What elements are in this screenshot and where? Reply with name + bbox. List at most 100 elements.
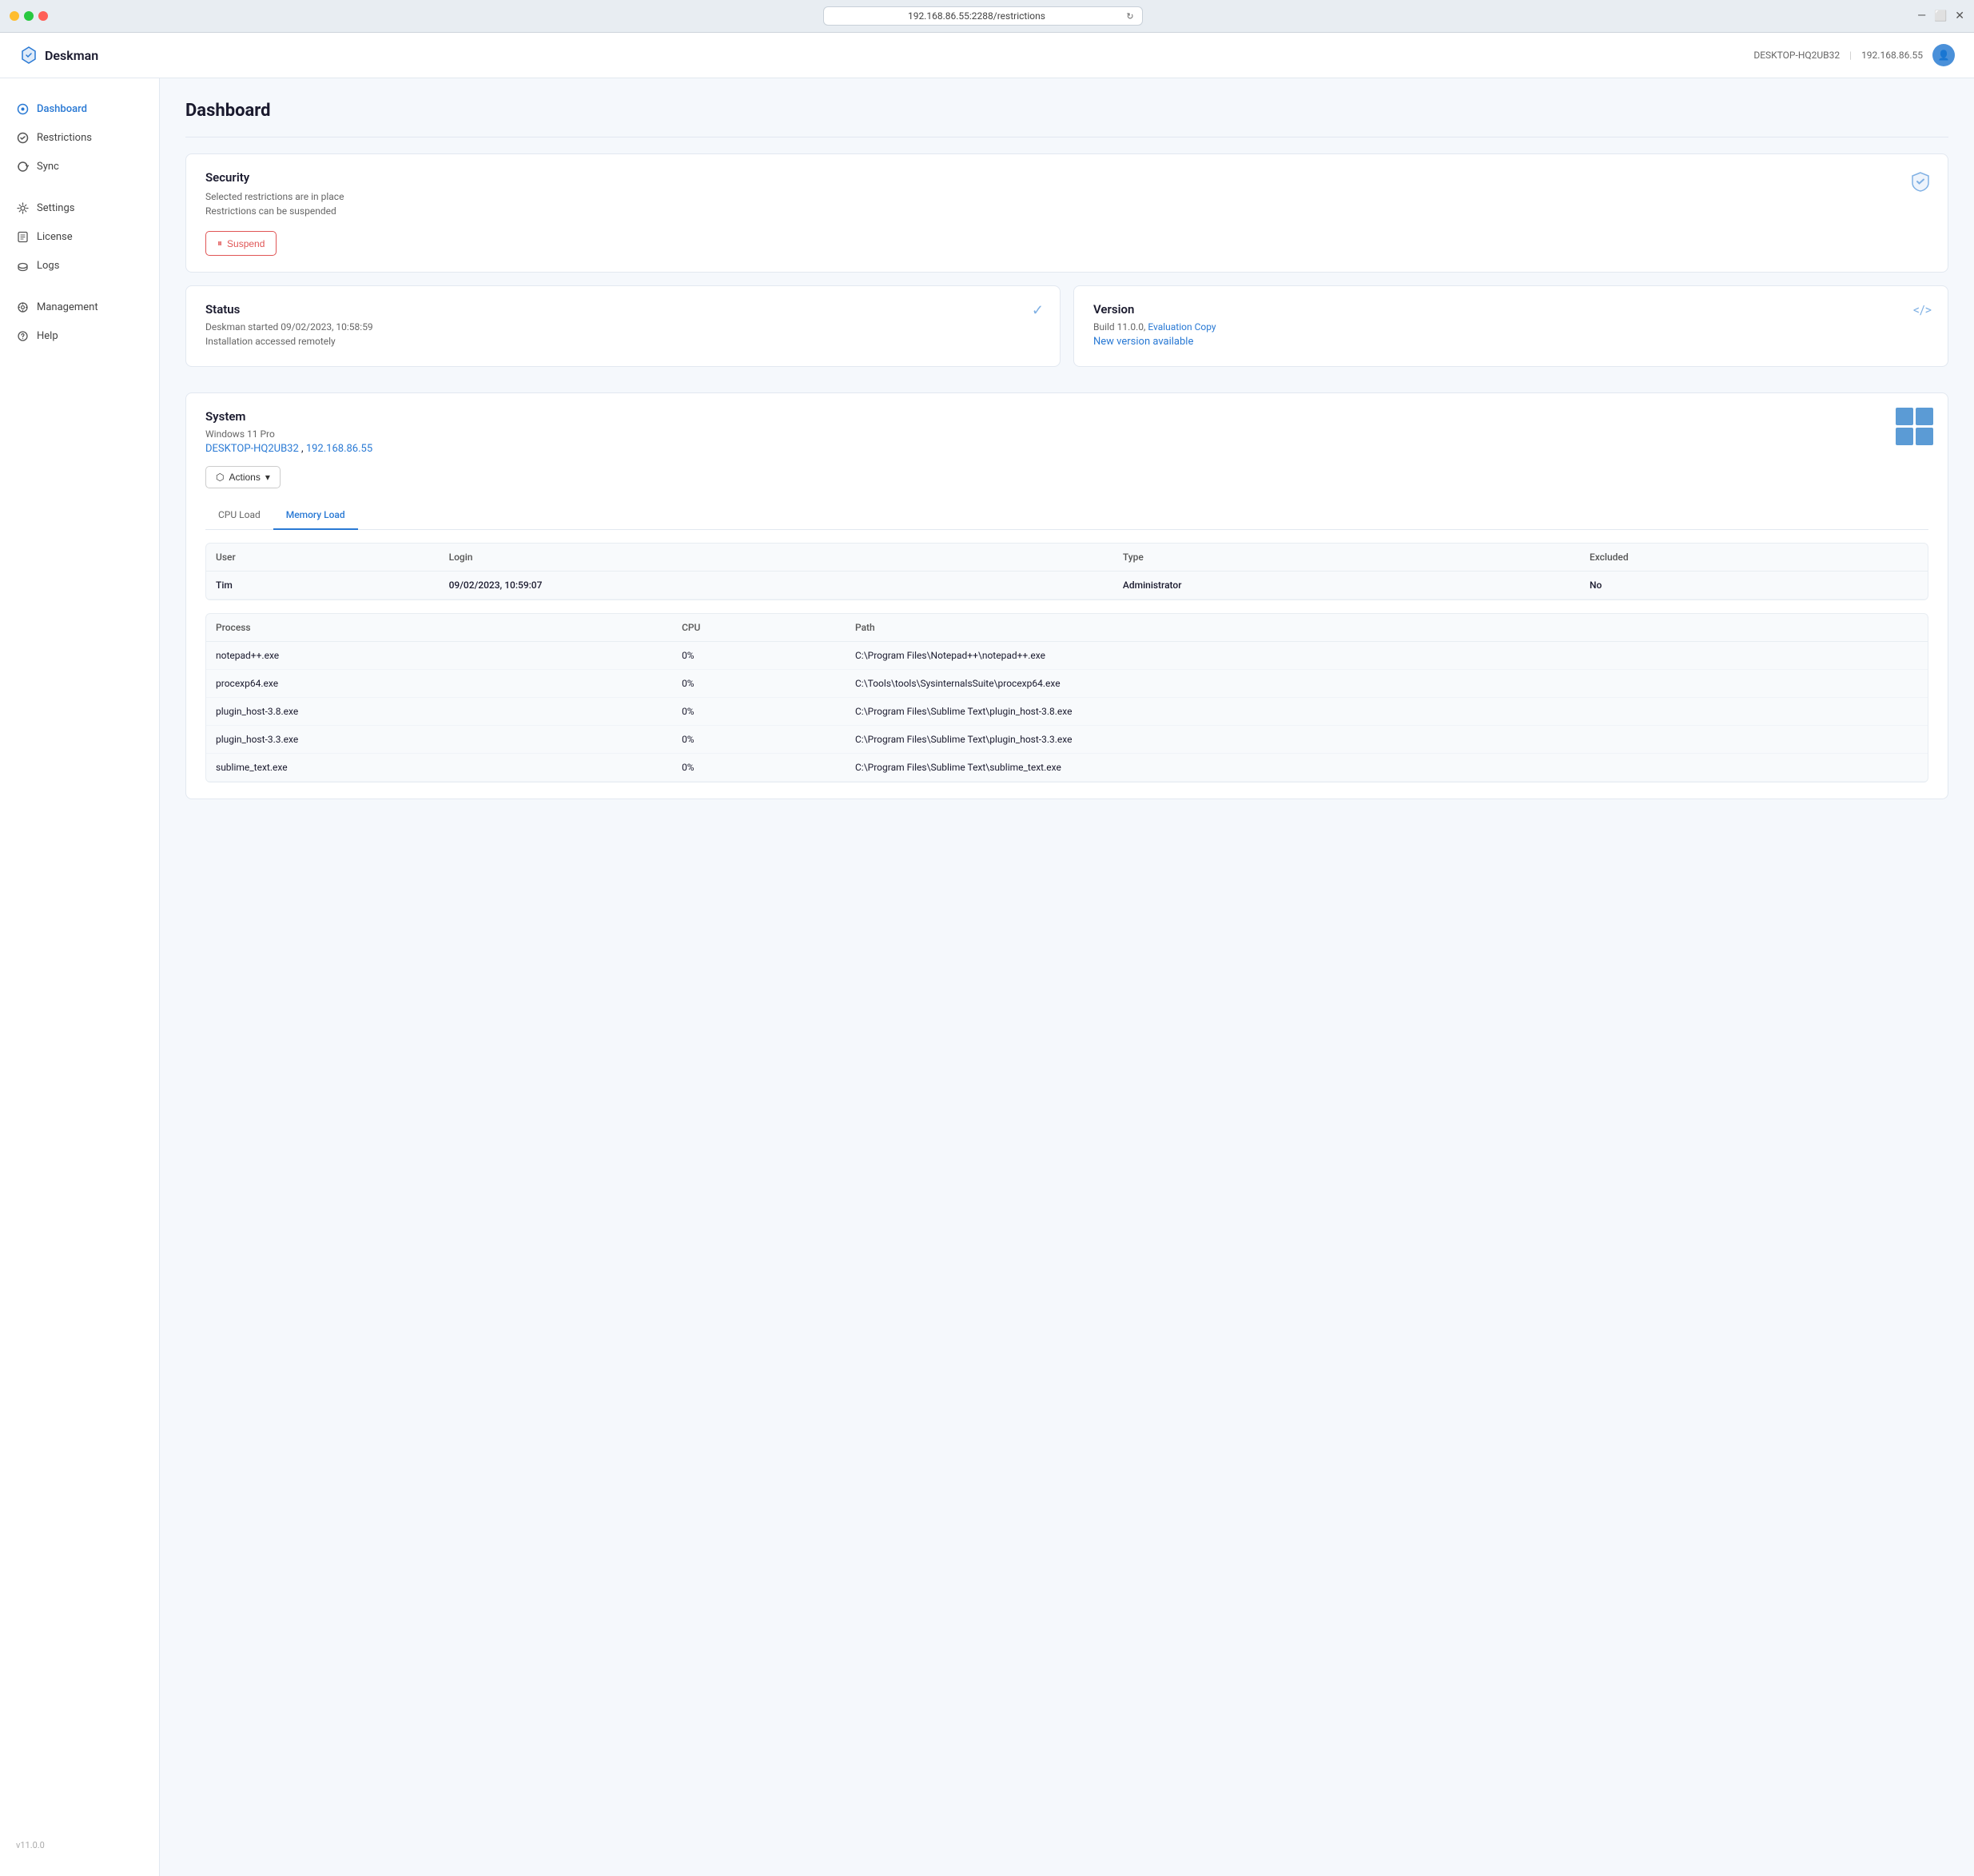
reload-icon[interactable]: ↻	[1126, 11, 1133, 22]
status-line2: Installation accessed remotely	[205, 336, 1041, 347]
processes-table: Process CPU Path notepad++.exe 0% C:\Pro…	[206, 614, 1928, 782]
new-version-link[interactable]: New version available	[1093, 336, 1193, 348]
sidebar-settings-label: Settings	[37, 202, 74, 214]
sidebar-version: v11.0.0	[0, 1830, 159, 1860]
suspend-button[interactable]: ⏸ Suspend	[205, 231, 277, 256]
win-tile-2	[1916, 408, 1933, 425]
maximize-icon[interactable]: ⬜	[1934, 10, 1947, 22]
status-line1: Deskman started 09/02/2023, 10:58:59	[205, 321, 1041, 333]
col-login: Login	[440, 544, 1113, 572]
proc-name: procexp64.exe	[206, 670, 672, 698]
sidebar-management-label: Management	[37, 301, 98, 313]
win-tile-1	[1896, 408, 1913, 425]
help-icon	[16, 329, 29, 342]
ip-link[interactable]: 192.168.86.55	[306, 443, 372, 455]
proc-cpu: 0%	[672, 754, 846, 782]
status-version-row: ✓ Status Deskman started 09/02/2023, 10:…	[185, 285, 1948, 380]
eval-copy-link[interactable]: Evaluation Copy	[1148, 321, 1216, 333]
proc-name: plugin_host-3.3.exe	[206, 726, 672, 754]
proc-col-process: Process	[206, 614, 672, 642]
machine-link[interactable]: DESKTOP-HQ2UB32	[205, 443, 299, 455]
col-type: Type	[1113, 544, 1580, 572]
app-body: Dashboard Restrictions	[0, 78, 1974, 1876]
app-header: Deskman DESKTOP-HQ2UB32 | 192.168.86.55 …	[0, 33, 1974, 78]
actions-button[interactable]: ⬡ Actions ▾	[205, 466, 281, 488]
col-excluded: Excluded	[1580, 544, 1928, 572]
proc-path: C:\Program Files\Sublime Text\plugin_hos…	[846, 698, 1928, 726]
proc-col-cpu: CPU	[672, 614, 846, 642]
minimize-button[interactable]	[10, 11, 19, 21]
logo-icon	[19, 46, 38, 65]
suspend-label: Suspend	[227, 238, 265, 249]
security-subtitle2: Restrictions can be suspended	[205, 205, 1928, 217]
win-tile-4	[1916, 428, 1933, 445]
sidebar-restrictions-label: Restrictions	[37, 132, 92, 144]
proc-cpu: 0%	[672, 642, 846, 670]
tab-memory[interactable]: Memory Load	[273, 501, 358, 530]
table-row: notepad++.exe 0% C:\Program Files\Notepa…	[206, 642, 1928, 670]
version-build-text: Build 11.0.0,	[1093, 321, 1145, 333]
avatar[interactable]: 👤	[1932, 44, 1955, 66]
license-icon	[16, 230, 29, 243]
sidebar-sync-label: Sync	[37, 161, 59, 173]
tab-cpu[interactable]: CPU Load	[205, 501, 273, 530]
status-title: Status	[205, 302, 1041, 317]
header-ip: 192.168.86.55	[1861, 50, 1923, 61]
restrictions-icon	[16, 131, 29, 144]
sidebar-item-help[interactable]: Help	[0, 321, 159, 350]
proc-name: sublime_text.exe	[206, 754, 672, 782]
sidebar-nav: Dashboard Restrictions	[0, 94, 159, 1830]
sidebar-item-settings[interactable]: Settings	[0, 193, 159, 222]
proc-path: C:\Program Files\Sublime Text\plugin_hos…	[846, 726, 1928, 754]
sidebar-item-license[interactable]: License	[0, 222, 159, 251]
actions-chevron-icon: ▾	[265, 472, 270, 483]
header-machine: DESKTOP-HQ2UB32	[1753, 50, 1840, 61]
sidebar-logs-label: Logs	[37, 260, 59, 272]
sidebar-help-label: Help	[37, 330, 58, 342]
tab-cpu-label: CPU Load	[218, 509, 261, 520]
user-type: Administrator	[1113, 572, 1580, 599]
suspend-pause-icon: ⏸	[217, 237, 222, 249]
close-icon[interactable]: ✕	[1955, 10, 1964, 22]
maximize-button[interactable]	[24, 11, 34, 21]
proc-path: C:\Program Files\Notepad++\notepad++.exe	[846, 642, 1928, 670]
sidebar-item-dashboard[interactable]: Dashboard	[0, 94, 159, 123]
address-text: 192.168.86.55:2288/restrictions	[832, 10, 1122, 22]
windows-icon	[1896, 408, 1933, 445]
management-icon	[16, 301, 29, 313]
col-user: User	[206, 544, 440, 572]
header-right: DESKTOP-HQ2UB32 | 192.168.86.55 👤	[1753, 44, 1955, 66]
browser-chrome: 192.168.86.55:2288/restrictions ↻ — ⬜ ✕	[0, 0, 1974, 33]
system-os: Windows 11 Pro	[205, 428, 1928, 440]
avatar-initials: 👤	[1938, 50, 1950, 61]
table-row: sublime_text.exe 0% C:\Program Files\Sub…	[206, 754, 1928, 782]
dashboard-icon	[16, 102, 29, 115]
sidebar-item-restrictions[interactable]: Restrictions	[0, 123, 159, 152]
proc-cpu: 0%	[672, 726, 846, 754]
actions-label: Actions	[229, 472, 260, 483]
close-button[interactable]	[38, 11, 48, 21]
table-row: Tim 09/02/2023, 10:59:07 Administrator N…	[206, 572, 1928, 599]
address-bar[interactable]: 192.168.86.55:2288/restrictions ↻	[823, 6, 1143, 26]
version-card: </> Version Build 11.0.0, Evaluation Cop…	[1073, 285, 1948, 367]
tabs-row: CPU Load Memory Load	[205, 501, 1928, 530]
sidebar-dashboard-label: Dashboard	[37, 103, 87, 115]
users-table-wrapper: User Login Type Excluded Tim 09/02/2023,…	[205, 543, 1928, 600]
user-excluded: No	[1580, 572, 1928, 599]
users-table: User Login Type Excluded Tim 09/02/2023,…	[206, 544, 1928, 599]
minimize-icon[interactable]: —	[1917, 10, 1926, 22]
sidebar-item-management[interactable]: Management	[0, 293, 159, 321]
main-content: Dashboard Security Selected restrictions…	[160, 78, 1974, 1876]
table-row: plugin_host-3.3.exe 0% C:\Program Files\…	[206, 726, 1928, 754]
version-code-icon: </>	[1913, 302, 1932, 317]
sidebar-item-sync[interactable]: Sync	[0, 152, 159, 181]
sidebar-item-logs[interactable]: Logs	[0, 251, 159, 280]
browser-right-controls: — ⬜ ✕	[1917, 10, 1964, 22]
app-window: Deskman DESKTOP-HQ2UB32 | 192.168.86.55 …	[0, 33, 1974, 1876]
page-title: Dashboard	[185, 101, 1948, 121]
logo-area: Deskman	[19, 46, 98, 65]
proc-name: notepad++.exe	[206, 642, 672, 670]
security-icon	[1909, 170, 1932, 197]
security-card: Security Selected restrictions are in pl…	[185, 153, 1948, 273]
version-title: Version	[1093, 302, 1928, 317]
